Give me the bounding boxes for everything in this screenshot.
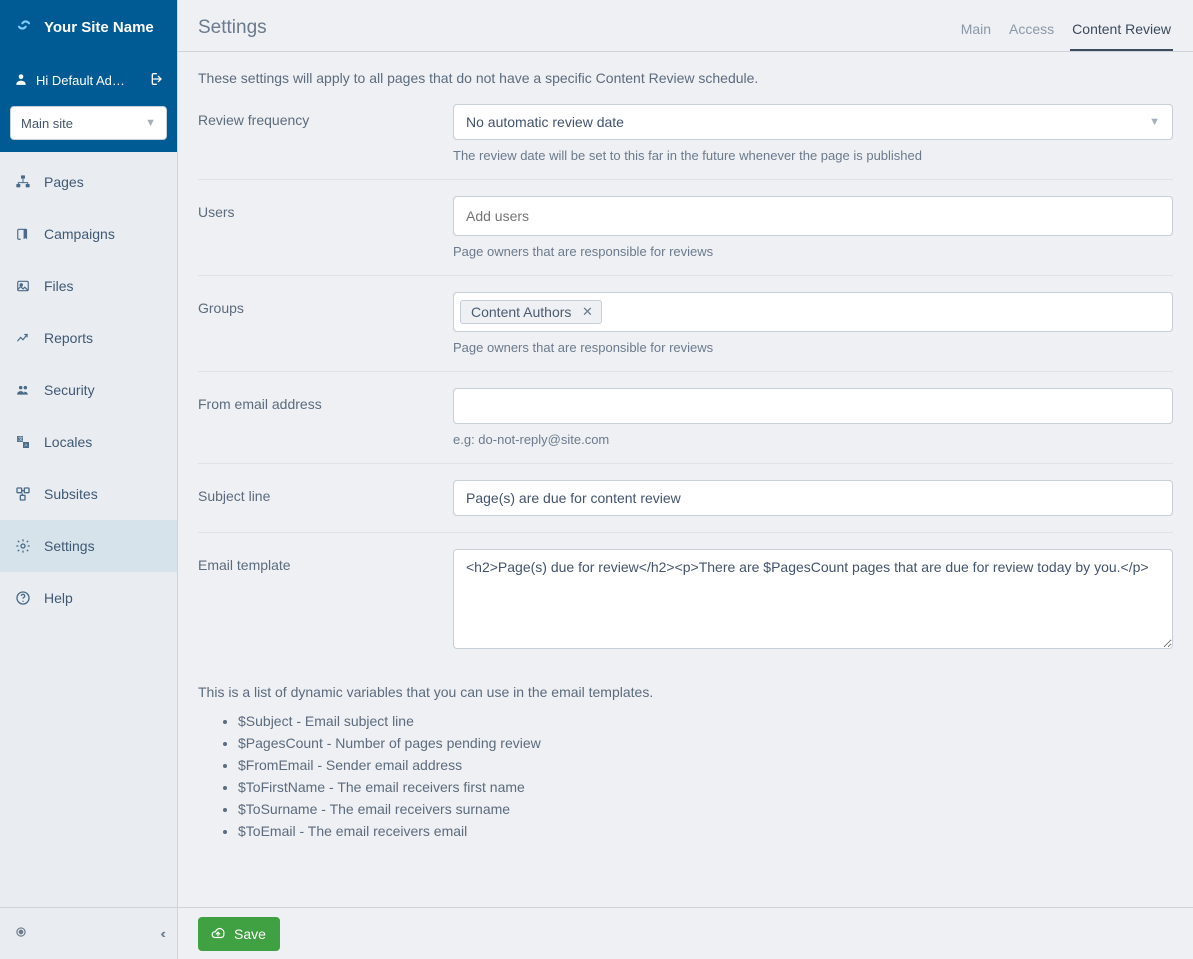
sidebar-item-security[interactable]: Security xyxy=(0,364,177,416)
field-groups: Groups Content Authors ✕ Page owners tha… xyxy=(198,276,1173,372)
field-label: Subject line xyxy=(198,480,453,504)
field-label: Groups xyxy=(198,292,453,316)
field-help: Page owners that are responsible for rev… xyxy=(453,340,1173,355)
field-subject-line: Subject line xyxy=(198,464,1173,533)
field-help: The review date will be set to this far … xyxy=(453,148,1173,163)
gear-icon xyxy=(14,538,32,554)
tabs: Main Access Content Review xyxy=(959,0,1173,51)
groups-text-input[interactable] xyxy=(608,298,1166,326)
save-button-label: Save xyxy=(234,926,266,942)
vars-list-item: $FromEmail - Sender email address xyxy=(238,754,1173,776)
intro-text: These settings will apply to all pages t… xyxy=(198,70,1173,86)
caret-down-icon: ▼ xyxy=(1149,116,1160,128)
group-token: Content Authors ✕ xyxy=(460,300,602,324)
from-email-input[interactable] xyxy=(453,388,1173,424)
sidebar-item-pages[interactable]: Pages xyxy=(0,156,177,208)
cloud-save-icon xyxy=(210,927,226,941)
sidebar-item-reports[interactable]: Reports xyxy=(0,312,177,364)
user-bar: Hi Default Ad… xyxy=(0,54,177,106)
brand: Your Site Name xyxy=(0,0,177,54)
select-value: No automatic review date xyxy=(466,114,624,130)
status-dot-icon[interactable] xyxy=(14,925,28,942)
subsites-icon xyxy=(14,486,32,502)
field-email-template: Email template xyxy=(198,533,1173,668)
page-title: Settings xyxy=(198,17,267,51)
logo-icon xyxy=(14,15,34,39)
field-help: e.g: do-not-reply@site.com xyxy=(453,432,1173,447)
help-icon xyxy=(14,590,32,606)
tab-main[interactable]: Main xyxy=(959,21,993,51)
vars-list: $Subject - Email subject line $PagesCoun… xyxy=(198,710,1173,842)
main: Settings Main Access Content Review Thes… xyxy=(178,0,1193,959)
site-selector[interactable]: Main site ▼ xyxy=(10,106,167,140)
field-label: From email address xyxy=(198,388,453,412)
site-selector-wrap: Main site ▼ xyxy=(0,106,177,152)
tab-label: Main xyxy=(961,21,991,37)
groups-input[interactable]: Content Authors ✕ xyxy=(453,292,1173,332)
sidebar-item-locales[interactable]: 文A Locales xyxy=(0,416,177,468)
sidebar-item-settings[interactable]: Settings xyxy=(0,520,177,572)
users-text-input[interactable] xyxy=(460,202,1166,230)
sidebar-item-label: Locales xyxy=(44,434,92,450)
sidebar-item-label: Help xyxy=(44,590,73,606)
sidebar-item-files[interactable]: Files xyxy=(0,260,177,312)
site-name: Your Site Name xyxy=(44,19,154,36)
svg-text:文: 文 xyxy=(18,436,23,443)
sidebar-item-label: Settings xyxy=(44,538,95,554)
footer: Save xyxy=(178,907,1193,959)
sidebar-nav: Pages Campaigns Files Reports xyxy=(0,152,177,907)
field-users: Users Page owners that are responsible f… xyxy=(198,180,1173,276)
field-label: Review frequency xyxy=(198,104,453,128)
token-remove-icon[interactable]: ✕ xyxy=(579,304,595,320)
tab-content-review[interactable]: Content Review xyxy=(1070,21,1173,51)
save-button[interactable]: Save xyxy=(198,917,280,951)
sidebar-item-help[interactable]: Help xyxy=(0,572,177,624)
user-greeting[interactable]: Hi Default Ad… xyxy=(36,73,139,88)
field-label: Email template xyxy=(198,549,453,573)
user-icon xyxy=(14,72,28,89)
vars-list-item: $PagesCount - Number of pages pending re… xyxy=(238,732,1173,754)
vars-list-item: $ToEmail - The email receivers email xyxy=(238,820,1173,842)
field-from-email: From email address e.g: do-not-reply@sit… xyxy=(198,372,1173,464)
image-icon xyxy=(14,279,32,293)
email-template-textarea[interactable] xyxy=(453,549,1173,649)
sidebar-footer: ‹‹ xyxy=(0,907,177,959)
content: These settings will apply to all pages t… xyxy=(178,52,1193,907)
sidebar-item-campaigns[interactable]: Campaigns xyxy=(0,208,177,260)
translate-icon: 文A xyxy=(14,434,32,450)
field-review-frequency: Review frequency No automatic review dat… xyxy=(198,100,1173,180)
sidebar-item-label: Security xyxy=(44,382,95,398)
tab-access[interactable]: Access xyxy=(1007,21,1056,51)
sidebar-item-label: Subsites xyxy=(44,486,98,502)
caret-down-icon: ▼ xyxy=(145,117,156,129)
sidebar-item-label: Pages xyxy=(44,174,84,190)
sidebar-item-label: Reports xyxy=(44,330,93,346)
tab-label: Content Review xyxy=(1072,21,1171,37)
token-label: Content Authors xyxy=(471,304,571,320)
vars-list-item: $ToFirstName - The email receivers first… xyxy=(238,776,1173,798)
collapse-icon[interactable]: ‹‹ xyxy=(160,926,163,941)
book-icon xyxy=(14,226,32,242)
sitemap-icon xyxy=(14,174,32,190)
vars-list-item: $ToSurname - The email receivers surname xyxy=(238,798,1173,820)
logout-icon[interactable] xyxy=(147,71,163,90)
sidebar: Your Site Name Hi Default Ad… Main site … xyxy=(0,0,178,959)
field-label: Users xyxy=(198,196,453,220)
subject-line-input[interactable] xyxy=(453,480,1173,516)
sidebar-item-label: Campaigns xyxy=(44,226,115,242)
tab-label: Access xyxy=(1009,21,1054,37)
sidebar-item-label: Files xyxy=(44,278,74,294)
sidebar-item-subsites[interactable]: Subsites xyxy=(0,468,177,520)
header: Settings Main Access Content Review xyxy=(178,0,1193,52)
site-selector-value: Main site xyxy=(21,116,73,131)
review-frequency-select[interactable]: No automatic review date ▼ xyxy=(453,104,1173,140)
users-input[interactable] xyxy=(453,196,1173,236)
vars-list-item: $Subject - Email subject line xyxy=(238,710,1173,732)
users-icon xyxy=(14,383,32,397)
chart-line-icon xyxy=(14,331,32,345)
field-help: Page owners that are responsible for rev… xyxy=(453,244,1173,259)
vars-intro: This is a list of dynamic variables that… xyxy=(198,684,1173,700)
